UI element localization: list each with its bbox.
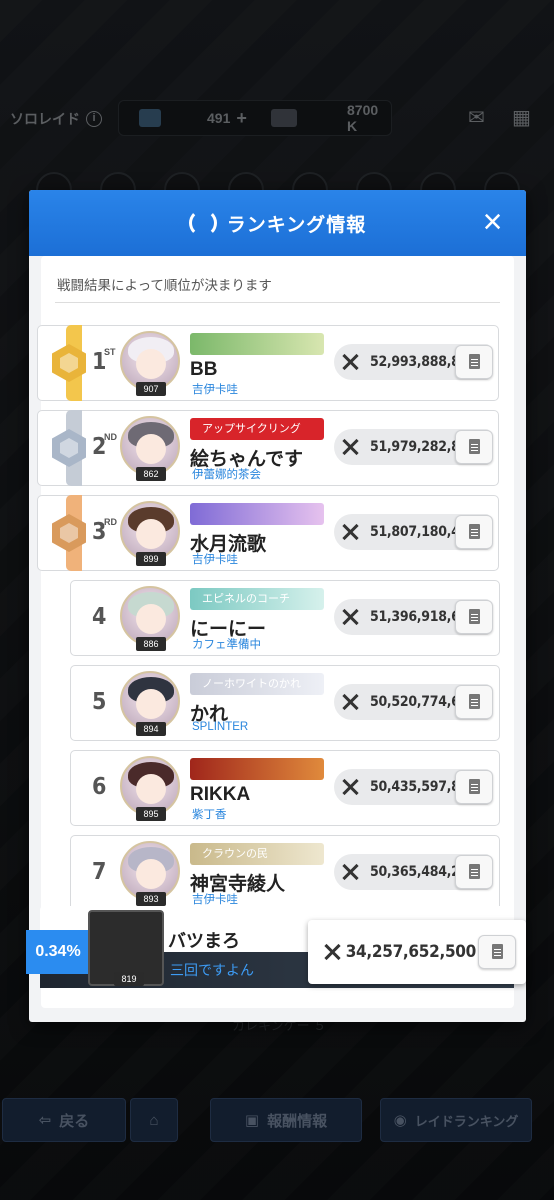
- crossed-swords-icon: [340, 862, 360, 882]
- battle-record-button[interactable]: [455, 345, 493, 379]
- crossed-swords-icon: [340, 522, 360, 542]
- rank-number: 7: [92, 859, 107, 885]
- player-name: RIKKA: [190, 784, 251, 805]
- battle-record-button[interactable]: [455, 515, 493, 549]
- crossed-swords-icon: [340, 777, 360, 797]
- title-banner: アップサイクリング: [190, 418, 324, 440]
- modal-header: ランキング情報 ×: [29, 190, 526, 256]
- divider: [55, 302, 500, 303]
- guild-name: 紫丁香: [192, 809, 227, 821]
- my-score-box: 34,257,652,500: [316, 934, 477, 970]
- level-badge: 894: [136, 722, 166, 736]
- title-banner: エピネルのコーチ: [190, 588, 324, 610]
- modal-title: ランキング情報: [226, 214, 367, 236]
- guild-name: 吉伊卡哇: [192, 894, 238, 906]
- my-battle-record-button[interactable]: [478, 935, 516, 969]
- title-banner: [190, 333, 324, 355]
- my-guild-name: 三回ですよん: [170, 962, 254, 978]
- battle-record-button[interactable]: [455, 430, 493, 464]
- guild-name: カフェ準備中: [192, 639, 261, 651]
- rank-suffix: ND: [104, 432, 117, 442]
- battle-record-button[interactable]: [455, 770, 493, 804]
- title-banner: [190, 758, 324, 780]
- level-badge: 899: [136, 552, 166, 566]
- title-banner: ノーホワイトのかれ: [190, 673, 324, 695]
- rank-suffix: RD: [104, 517, 117, 527]
- title-banner: [190, 503, 324, 525]
- my-player-name: バツまろ: [168, 931, 240, 951]
- guild-name: 吉伊卡哇: [192, 384, 238, 396]
- level-badge: 886: [136, 637, 166, 651]
- laurel-icon: [188, 209, 217, 237]
- rank-suffix: ST: [104, 347, 116, 357]
- crossed-swords-icon: [340, 692, 360, 712]
- my-score: 34,257,652,500: [345, 942, 477, 962]
- rank-number: 4: [92, 604, 107, 630]
- title-banner: クラウンの民: [190, 843, 324, 865]
- my-rank-percent: 0.34%: [26, 930, 90, 974]
- player-name: BB: [190, 359, 218, 380]
- close-icon[interactable]: ×: [478, 205, 508, 239]
- my-level-badge: 819: [114, 972, 144, 986]
- level-badge: 895: [136, 807, 166, 821]
- ranking-subtitle: 戦闘結果によって順位が決まります: [57, 278, 272, 293]
- my-score-card: 34,257,652,500: [308, 920, 526, 984]
- guild-name: 伊蕾娜的茶会: [192, 469, 261, 481]
- rank-number: 5: [92, 689, 107, 715]
- rank-number: 6: [92, 774, 107, 800]
- crossed-swords-icon: [340, 607, 360, 627]
- crossed-swords-icon: [322, 942, 332, 962]
- level-badge: 893: [136, 892, 166, 906]
- guild-name: SPLINTER: [192, 721, 249, 733]
- crossed-swords-icon: [340, 437, 360, 457]
- battle-record-button[interactable]: [455, 600, 493, 634]
- my-avatar: 819: [88, 910, 164, 986]
- crossed-swords-icon: [340, 352, 360, 372]
- level-badge: 907: [136, 382, 166, 396]
- level-badge: 862: [136, 467, 166, 481]
- battle-record-button[interactable]: [455, 685, 493, 719]
- battle-record-button[interactable]: [455, 855, 493, 889]
- guild-name: 吉伊卡哇: [192, 554, 238, 566]
